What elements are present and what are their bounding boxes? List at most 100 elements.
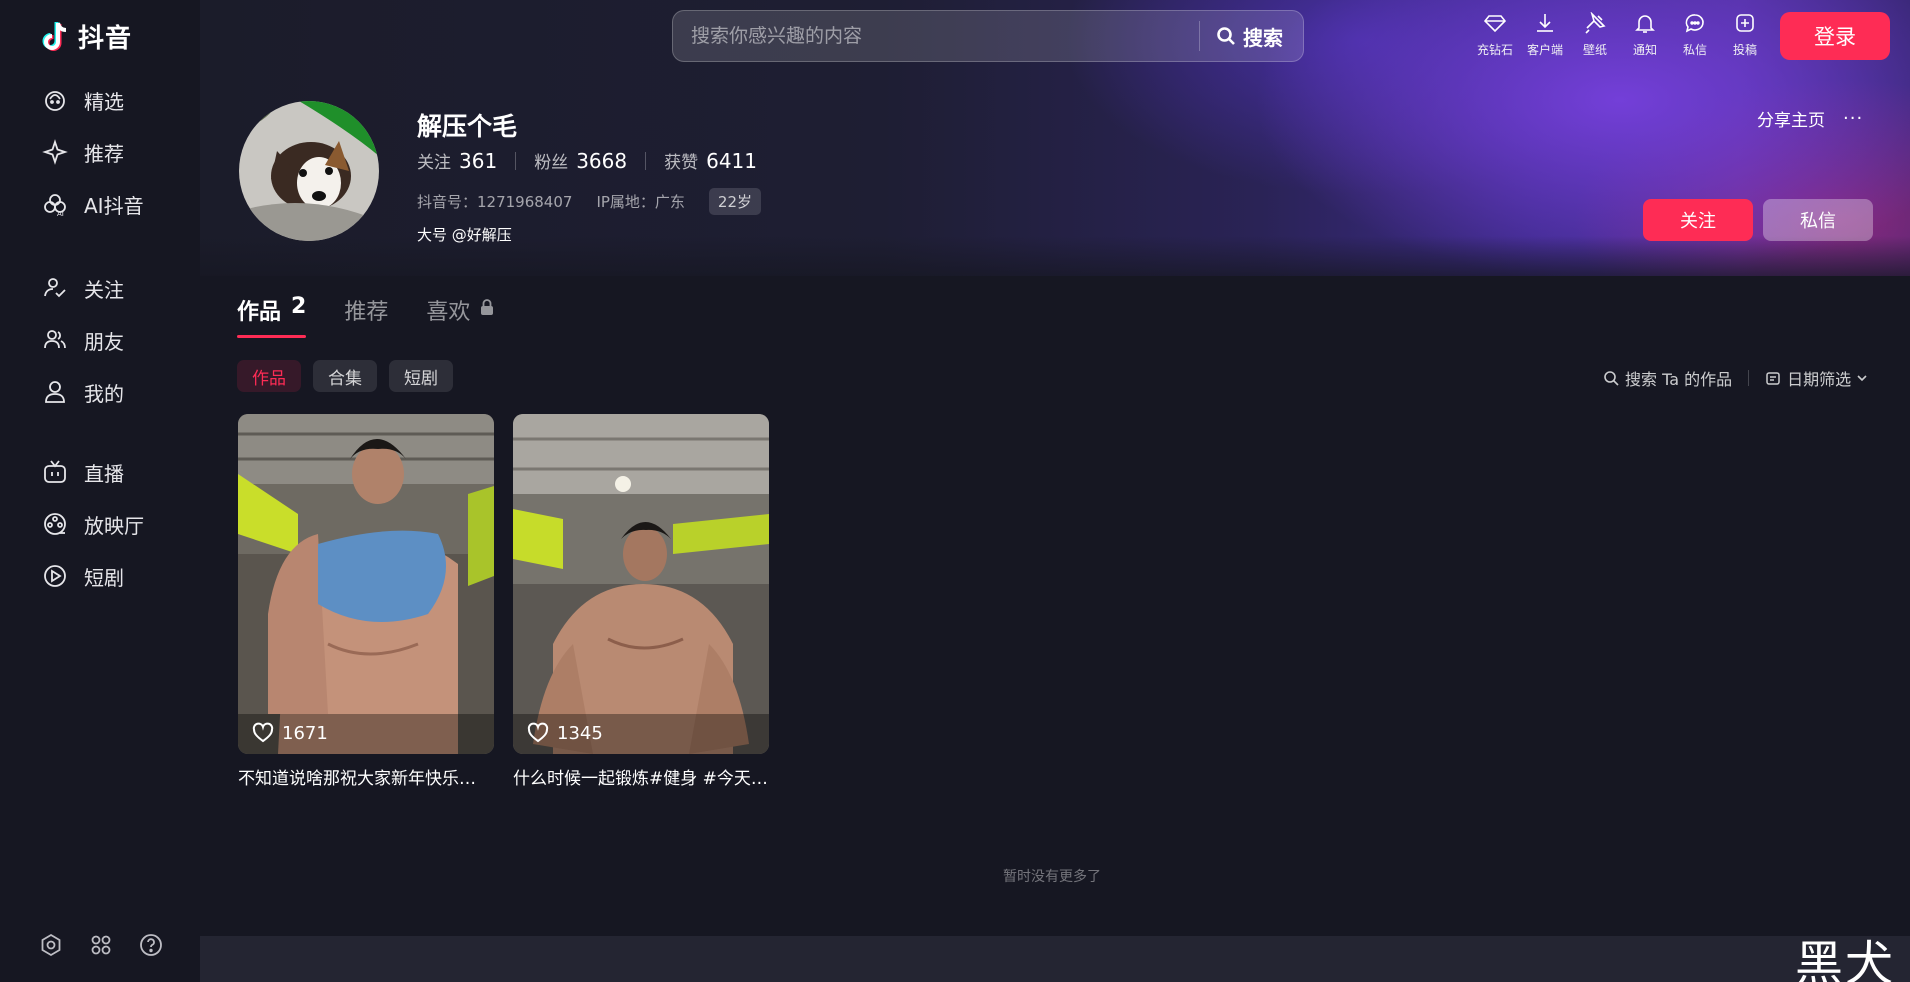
app-root: 抖音 精选 推荐 AI AI抖音 关注 朋友 我的 直播 放映厅 短剧 搜索你感… — [0, 0, 1910, 982]
stat-label: 关注 — [417, 153, 451, 173]
sparkle-icon — [42, 139, 68, 165]
video-thumbnail-image — [513, 414, 769, 754]
date-filter-label: 日期筛选 — [1787, 370, 1852, 389]
tab-works[interactable]: 作品 2 — [237, 294, 307, 342]
video-likes: 1671 — [252, 722, 328, 744]
app-name: 抖音 — [78, 24, 133, 54]
login-button[interactable]: 登录 — [1780, 12, 1890, 60]
sidebar-item-short-drama[interactable]: 短剧 — [0, 550, 200, 602]
sidebar-item-label: 关注 — [84, 277, 124, 302]
sidebar-item-label: 放映厅 — [84, 513, 144, 538]
stat-value: 361 — [459, 149, 498, 173]
more-options-icon[interactable]: ··· — [1843, 108, 1863, 129]
tab-label: 推荐 — [344, 300, 389, 325]
download-icon — [1537, 14, 1553, 32]
top-action-label: 投稿 — [1732, 43, 1757, 57]
share-profile[interactable]: 分享主页 ··· — [1757, 106, 1863, 131]
sidebar-item-me[interactable]: 我的 — [0, 366, 200, 418]
bottom-bar — [200, 936, 1910, 982]
profile-meta: 抖音号：1271968407 IP属地：广东 22岁 — [417, 188, 762, 215]
sidebar-item-recommend[interactable]: 推荐 — [0, 126, 200, 178]
top-action-upload[interactable]: 投稿 — [1720, 12, 1770, 58]
top-action-client[interactable]: 客户端 — [1520, 12, 1570, 58]
settings-icon[interactable] — [38, 932, 64, 958]
lock-icon — [481, 299, 494, 315]
search-button[interactable]: 搜索 — [1200, 11, 1303, 61]
sidebar-item-live[interactable]: 直播 — [0, 446, 200, 498]
profile-stats: 关注 361 粉丝 3668 获赞 6411 — [417, 148, 757, 173]
chip-collections[interactable]: 合集 — [313, 360, 377, 392]
date-filter-dropdown[interactable]: 日期筛选 — [1765, 366, 1869, 390]
avatar-dog-image — [239, 101, 379, 241]
top-action-label: 客户端 — [1526, 43, 1563, 57]
video-likes: 1345 — [527, 722, 603, 744]
film-reel-icon — [42, 511, 68, 537]
video-card[interactable]: 1671 不知道说啥那祝大家新年快乐… — [238, 414, 494, 789]
stat-following[interactable]: 关注 361 — [417, 148, 497, 173]
video-title[interactable]: 什么时候一起锻炼#健身 #今天… — [513, 764, 769, 789]
sidebar-item-featured[interactable]: 精选 — [0, 74, 200, 126]
stat-divider — [645, 151, 647, 170]
top-action-label: 充钻石 — [1476, 43, 1513, 57]
video-thumbnail-image — [238, 414, 494, 754]
sidebar-item-following[interactable]: 关注 — [0, 262, 200, 314]
top-action-label: 私信 — [1682, 43, 1707, 57]
watermark: 黑犬 — [1795, 936, 1896, 982]
help-icon[interactable] — [138, 932, 164, 958]
tab-likes[interactable]: 喜欢 — [426, 294, 496, 342]
top-action-messages[interactable]: 私信 — [1670, 12, 1720, 58]
stat-value: 6411 — [706, 149, 757, 173]
stat-value: 3668 — [576, 149, 628, 173]
video-card[interactable]: 1345 什么时候一起锻炼#健身 #今天… — [513, 414, 769, 789]
sidebar-item-friends[interactable]: 朋友 — [0, 314, 200, 366]
message-button[interactable]: 私信 — [1763, 199, 1873, 241]
upload-icon — [1736, 14, 1754, 32]
heart-icon — [527, 722, 549, 743]
search-button-label: 搜索 — [1243, 25, 1283, 50]
share-profile-label: 分享主页 — [1757, 111, 1825, 131]
diamond-icon — [1484, 15, 1506, 33]
top-action-notifications[interactable]: 通知 — [1620, 12, 1670, 58]
app-logo[interactable]: 抖音 — [38, 18, 132, 55]
sidebar-item-label: 直播 — [84, 461, 124, 486]
ai-icon: AI — [42, 191, 68, 217]
likes-count: 1345 — [557, 722, 603, 744]
search-icon — [1217, 27, 1235, 45]
top-action-wallpaper[interactable]: 壁纸 — [1570, 12, 1620, 58]
sidebar-item-label: 短剧 — [84, 565, 124, 590]
video-title[interactable]: 不知道说啥那祝大家新年快乐… — [238, 764, 494, 789]
profile-bio: 大号 @好解压 — [417, 226, 512, 244]
search-works-button[interactable]: 搜索 Ta 的作品 — [1603, 366, 1732, 390]
stat-label: 获赞 — [664, 153, 699, 173]
top-actions: 充钻石 客户端 壁纸 通知 私信 投稿 — [1470, 12, 1770, 58]
svg-text:AI: AI — [57, 210, 64, 217]
follow-check-icon — [42, 275, 68, 301]
no-more-text: 暂时没有更多了 — [1003, 869, 1101, 885]
video-thumbnail[interactable]: 1671 — [238, 414, 494, 754]
sidebar-item-theater[interactable]: 放映厅 — [0, 498, 200, 550]
video-thumbnail[interactable]: 1345 — [513, 414, 769, 754]
age-badge: 22岁 — [708, 188, 762, 215]
chip-works[interactable]: 作品 — [237, 360, 301, 392]
user-icon — [42, 379, 68, 405]
search-input[interactable] — [673, 11, 1199, 61]
sidebar-item-ai-douyin[interactable]: AI AI抖音 — [0, 178, 200, 230]
chip-short-drama[interactable]: 短剧 — [389, 360, 453, 392]
featured-icon — [42, 87, 68, 113]
works-tools: 搜索 Ta 的作品 日期筛选 — [1603, 366, 1869, 390]
sidebar: 抖音 精选 推荐 AI AI抖音 关注 朋友 我的 直播 放映厅 短剧 — [0, 0, 200, 982]
tab-recommend[interactable]: 推荐 — [344, 294, 388, 342]
top-action-label: 壁纸 — [1582, 43, 1607, 57]
apps-grid-icon[interactable] — [88, 932, 114, 958]
tab-label: 作品 — [237, 300, 282, 325]
calendar-icon — [1766, 372, 1780, 385]
nav-group-social: 关注 朋友 我的 — [0, 262, 200, 418]
top-action-recharge[interactable]: 充钻石 — [1470, 12, 1520, 58]
stat-label: 粉丝 — [534, 153, 569, 173]
follow-button[interactable]: 关注 — [1643, 199, 1753, 241]
play-circle-icon — [42, 563, 68, 589]
sidebar-item-label: AI抖音 — [84, 193, 144, 218]
pin-icon — [1585, 12, 1606, 34]
avatar[interactable] — [239, 101, 379, 241]
stat-followers[interactable]: 粉丝 3668 — [534, 148, 627, 173]
